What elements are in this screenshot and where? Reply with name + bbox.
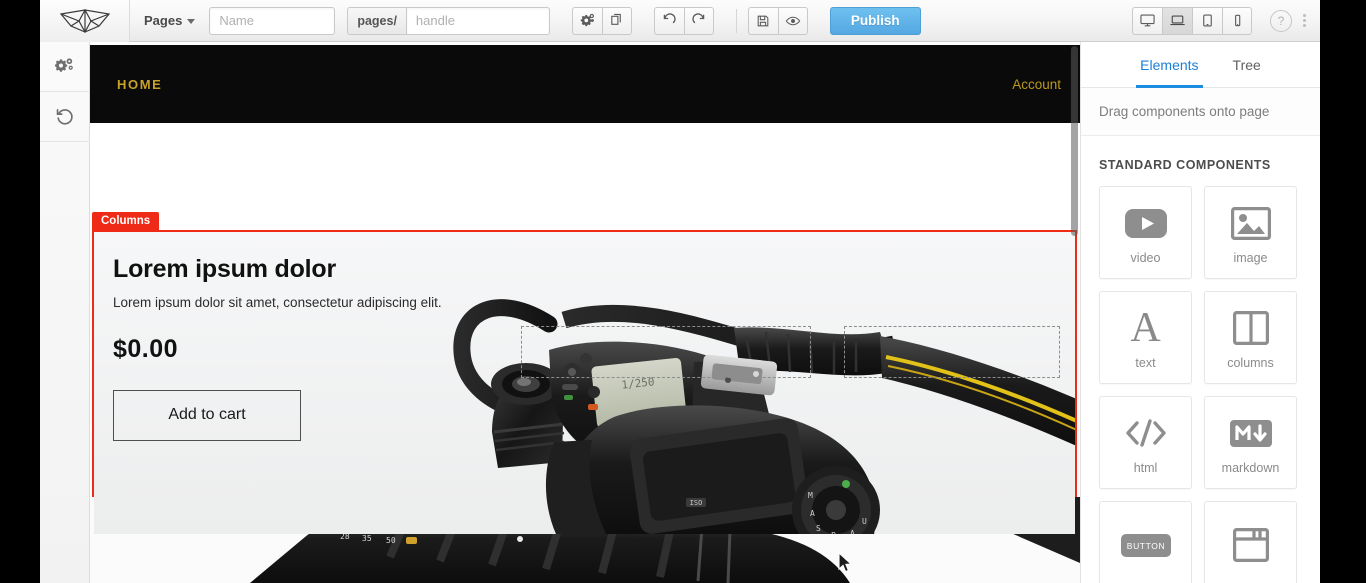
left-black-gutter <box>0 0 40 583</box>
product-column: Lorem ipsum dolor Lorem ipsum dolor sit … <box>113 255 488 441</box>
publish-button[interactable]: Publish <box>829 6 921 35</box>
svg-text:A: A <box>850 529 855 534</box>
html-code-icon <box>1124 410 1168 456</box>
desktop-icon[interactable] <box>1132 6 1162 35</box>
top-right-black-gutter <box>1320 0 1366 45</box>
text-icon: A <box>1130 305 1161 351</box>
page-settings-icon[interactable] <box>571 6 602 35</box>
tab-tree[interactable]: Tree <box>1233 42 1261 88</box>
device-preview-group <box>1132 6 1252 35</box>
help-icon[interactable]: ? <box>1270 9 1292 32</box>
selected-block-badge[interactable]: Columns <box>92 212 160 231</box>
columns-icon <box>1232 305 1269 351</box>
empty-column-dropzone-2[interactable] <box>844 326 1060 378</box>
save-icon[interactable] <box>747 6 778 35</box>
svg-text:50: 50 <box>386 536 396 545</box>
shogun-logo[interactable] <box>40 0 130 42</box>
empty-column-dropzone-1[interactable] <box>521 326 811 378</box>
add-to-cart-button[interactable]: Add to cart <box>113 389 301 441</box>
shogun-page-editor: Pages pages/ <box>0 0 1366 583</box>
component-columns[interactable]: columns <box>1204 291 1297 384</box>
laptop-icon[interactable] <box>1162 6 1192 35</box>
settings-gears-icon[interactable] <box>40 42 90 92</box>
svg-text:A: A <box>810 509 815 518</box>
page-handle-input[interactable] <box>405 6 550 35</box>
handle-prefix-label: pages/ <box>347 6 406 35</box>
component-video-label: video <box>1130 251 1161 265</box>
product-price: $0.00 <box>113 334 179 363</box>
component-grid: video image A text columns html markdown… <box>1081 178 1320 583</box>
component-html[interactable]: html <box>1099 396 1192 489</box>
page-canvas[interactable]: HOME Account SHOGUN EDITOR Columns <box>90 42 1080 583</box>
product-box-icon <box>1232 522 1269 568</box>
elements-panel: Elements Tree Drag components onto page … <box>1080 42 1320 583</box>
component-text[interactable]: A text <box>1099 291 1192 384</box>
page-name-input[interactable] <box>209 6 336 35</box>
panel-hint: Drag components onto page <box>1081 88 1320 136</box>
page-actions-group <box>571 6 632 35</box>
tab-elements[interactable]: Elements <box>1136 42 1203 88</box>
component-markdown-label: markdown <box>1221 461 1280 475</box>
toolbar-right-group: ? <box>1110 6 1320 35</box>
svg-text:BUTTON: BUTTON <box>1126 541 1164 551</box>
site-navbar: HOME Account <box>90 45 1080 123</box>
panel-tab-bar: Elements Tree <box>1081 42 1320 88</box>
component-video[interactable]: video <box>1099 186 1192 279</box>
svg-text:M: M <box>808 491 813 500</box>
tablet-icon[interactable] <box>1192 6 1222 35</box>
nav-link-account[interactable]: Account <box>1012 77 1061 92</box>
mobile-icon[interactable] <box>1222 6 1252 35</box>
component-image[interactable]: image <box>1204 186 1297 279</box>
more-options-icon[interactable] <box>1301 12 1308 29</box>
component-image-label: image <box>1233 251 1268 265</box>
markdown-icon <box>1229 410 1273 456</box>
history-icon[interactable] <box>40 92 90 142</box>
undo-redo-group <box>653 6 714 35</box>
button-icon: BUTTON <box>1120 522 1172 568</box>
canvas-scrollbar[interactable] <box>1071 46 1078 583</box>
product-title: Lorem ipsum dolor <box>113 255 337 283</box>
svg-text:35: 35 <box>362 534 372 543</box>
page-handle-group: pages/ <box>347 6 550 35</box>
save-preview-group <box>747 6 808 35</box>
image-icon <box>1230 200 1271 246</box>
component-product-box[interactable] <box>1204 501 1297 583</box>
pages-dropdown-label: Pages <box>144 13 183 28</box>
canvas-scrollbar-thumb[interactable] <box>1071 46 1078 236</box>
toolbar-divider <box>735 8 737 33</box>
chevron-down-icon <box>187 19 196 24</box>
svg-text:P: P <box>831 531 836 534</box>
product-description: Lorem ipsum dolor sit amet, consectetur … <box>113 295 442 310</box>
standard-components-heading: STANDARD COMPONENTS <box>1099 158 1271 172</box>
top-toolbar: Pages pages/ <box>40 0 1320 42</box>
component-html-label: html <box>1133 461 1158 475</box>
svg-text:S: S <box>816 524 821 533</box>
left-tool-rail <box>40 42 90 583</box>
component-markdown[interactable]: markdown <box>1204 396 1297 489</box>
mouse-cursor <box>838 551 853 579</box>
undo-icon[interactable] <box>653 6 684 35</box>
pages-dropdown[interactable]: Pages <box>144 13 196 28</box>
component-button[interactable]: BUTTON <box>1099 501 1192 583</box>
redo-icon[interactable] <box>683 6 714 35</box>
preview-eye-icon[interactable] <box>777 6 808 35</box>
duplicate-icon[interactable] <box>601 6 632 35</box>
columns-block-selected[interactable]: 1/250 M A S A U ISO Lorem ipsum dolor Lo… <box>92 230 1077 536</box>
nav-link-home[interactable]: HOME <box>117 77 162 92</box>
component-text-label: text <box>1135 356 1156 370</box>
svg-text:ISO: ISO <box>690 499 703 507</box>
video-icon <box>1124 200 1168 246</box>
svg-text:U: U <box>862 517 867 526</box>
component-columns-label: columns <box>1227 356 1274 370</box>
